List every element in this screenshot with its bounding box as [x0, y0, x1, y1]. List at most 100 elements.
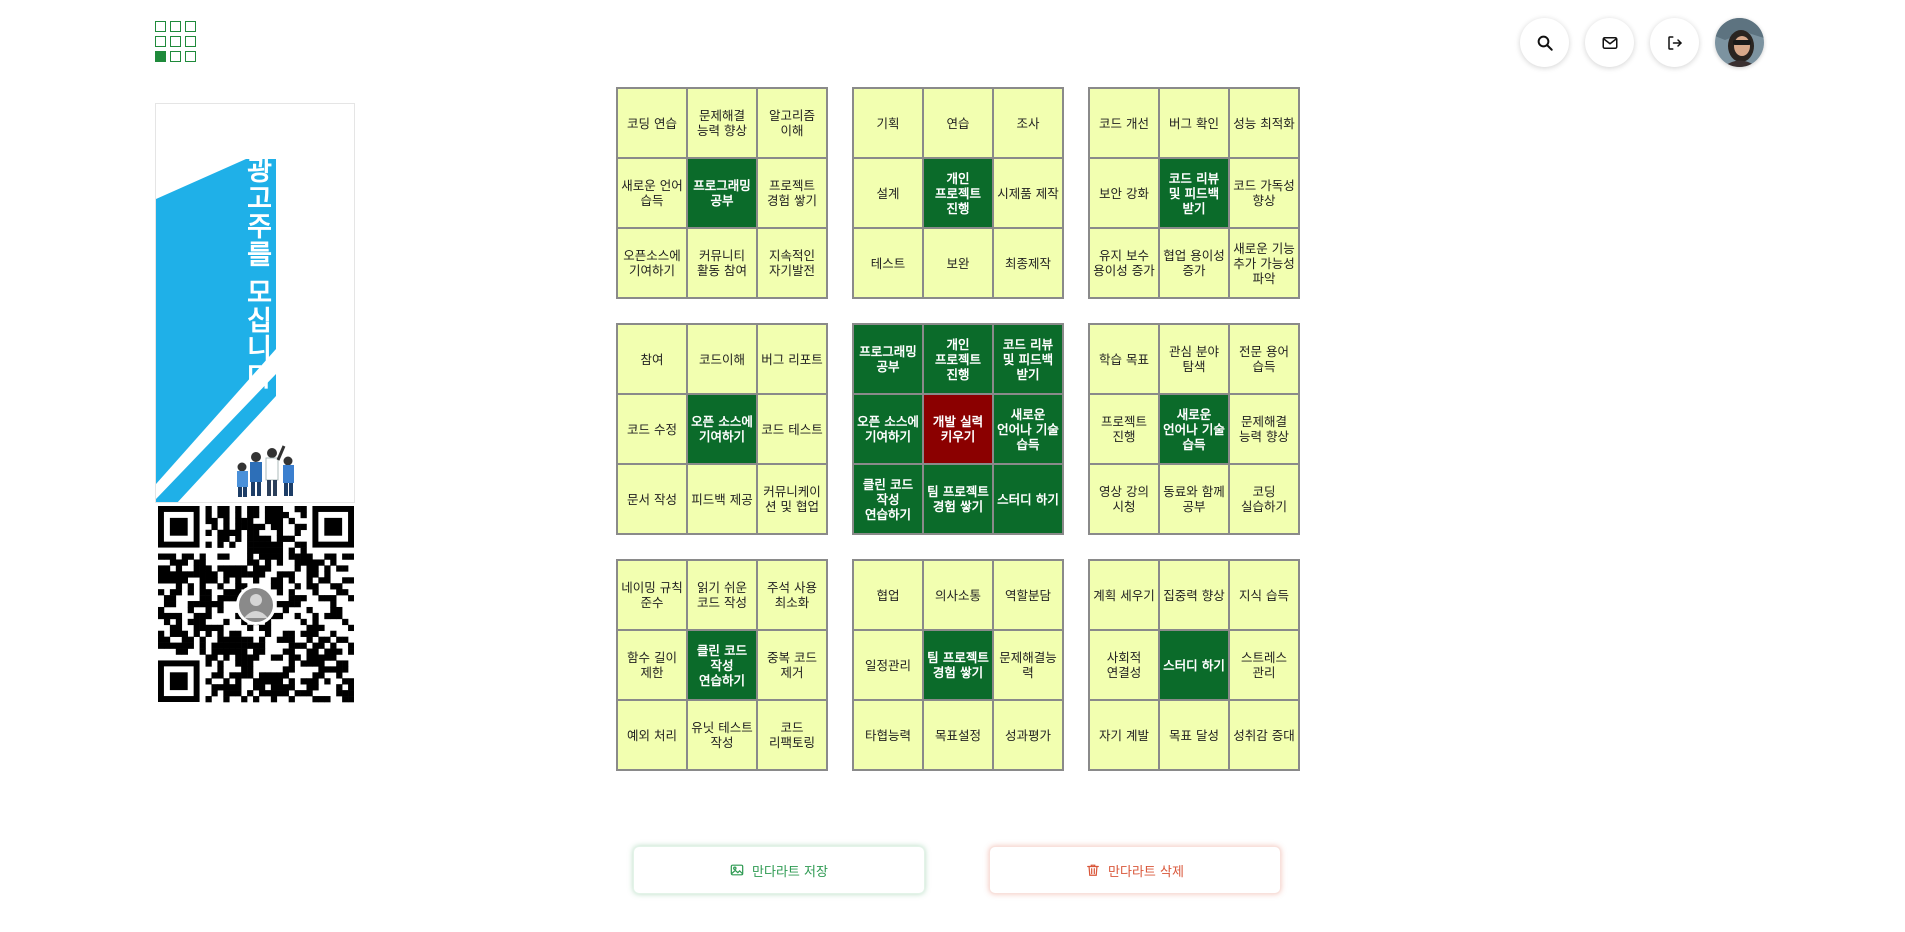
mandalart-cell[interactable]: 코딩 실습하기 [1229, 464, 1299, 534]
sub-goal-cell[interactable]: 프로그래밍 공부 [687, 158, 757, 228]
image-icon [730, 864, 744, 876]
sub-goal-cell[interactable]: 팀 프로젝트 경험 쌓기 [923, 630, 993, 700]
mandalart-cell[interactable]: 커뮤니티 활동 참여 [687, 228, 757, 298]
mandalart-cell[interactable]: 버그 리포트 [757, 324, 827, 394]
sub-goal-cell[interactable]: 코드 리뷰 및 피드백 받기 [993, 324, 1063, 394]
mandalart-cell[interactable]: 유지 보수 용이성 증가 [1089, 228, 1159, 298]
mandalart-cell[interactable]: 기획 [853, 88, 923, 158]
mail-button[interactable] [1585, 18, 1634, 67]
save-mandalart-button[interactable]: 만다라트 저장 [633, 846, 925, 894]
mandalart-cell[interactable]: 코드 가독성 향상 [1229, 158, 1299, 228]
mandalart-cell[interactable]: 코딩 연습 [617, 88, 687, 158]
mandalart-cell[interactable]: 동료와 함께 공부 [1159, 464, 1229, 534]
mandalart-block: 계획 세우기 집중력 향상 지식 습득사회적 연결성 스터디 하기 스트레스 관리자기 … [1088, 559, 1300, 771]
mandalart-block: 코드 개선 버그 확인 성능 최적화보안 강화 코드 리뷰 및 피드백 받기 코드 가독… [1088, 87, 1300, 299]
logo-square [185, 21, 196, 32]
mandalart-cell[interactable]: 코드이해 [687, 324, 757, 394]
mandalart-cell[interactable]: 새로운 기능 추가 가능성 파악 [1229, 228, 1299, 298]
mandalart-cell[interactable]: 새로운 언어 습득 [617, 158, 687, 228]
mandalart-cell[interactable]: 유닛 테스트 작성 [687, 700, 757, 770]
core-goal-cell[interactable]: 개발 실력 키우기 [923, 394, 993, 464]
mandalart-cell[interactable]: 보안 강화 [1089, 158, 1159, 228]
mandalart-cell[interactable]: 타협능력 [853, 700, 923, 770]
mandalart-cell[interactable]: 최종제작 [993, 228, 1063, 298]
mandalart-cell[interactable]: 네이밍 규칙 준수 [617, 560, 687, 630]
sub-goal-cell[interactable]: 오픈 소스에 기여하기 [853, 394, 923, 464]
delete-mandalart-button[interactable]: 만다라트 삭제 [989, 846, 1281, 894]
mandalart-cell[interactable]: 코드 테스트 [757, 394, 827, 464]
mandalart-cell[interactable]: 프로젝트 경험 쌓기 [757, 158, 827, 228]
mandalart-cell[interactable]: 스트레스 관리 [1229, 630, 1299, 700]
ad-banner[interactable]: 광고주를 모십니다 [155, 103, 355, 503]
mandalart-cell[interactable]: 관심 분야 탐색 [1159, 324, 1229, 394]
sub-goal-cell[interactable]: 새로운 언어나 기술 습득 [1159, 394, 1229, 464]
mandalart-cell[interactable]: 성능 최적화 [1229, 88, 1299, 158]
mandalart-cell[interactable]: 보완 [923, 228, 993, 298]
mandalart-cell[interactable]: 중복 코드 제거 [757, 630, 827, 700]
sub-goal-cell[interactable]: 새로운 언어나 기술 습득 [993, 394, 1063, 464]
qr-code[interactable] [158, 506, 354, 704]
mandalart-block: 협업 의사소통 역할분담일정관리 팀 프로젝트 경험 쌓기 문제해결능력타협능력 목표설정… [852, 559, 1064, 771]
mandalart-cell[interactable]: 버그 확인 [1159, 88, 1229, 158]
mandalart-cell[interactable]: 조사 [993, 88, 1063, 158]
mandalart-cell[interactable]: 예외 처리 [617, 700, 687, 770]
mandalart-cell[interactable]: 오픈소스에 기여하기 [617, 228, 687, 298]
mandalart-cell[interactable]: 설계 [853, 158, 923, 228]
mandalart-cell[interactable]: 계획 세우기 [1089, 560, 1159, 630]
mandalart-cell[interactable]: 역할분담 [993, 560, 1063, 630]
mandalart-cell[interactable]: 성취감 증대 [1229, 700, 1299, 770]
mandalart-cell[interactable]: 문제해결 능력 향상 [1229, 394, 1299, 464]
mandalart-cell[interactable]: 코드 리팩토링 [757, 700, 827, 770]
mandalart-cell[interactable]: 일정관리 [853, 630, 923, 700]
logout-icon [1667, 35, 1682, 50]
delete-mandalart-label: 만다라트 삭제 [1108, 864, 1184, 880]
sub-goal-cell[interactable]: 개인 프로젝트 진행 [923, 158, 993, 228]
mandalart-cell[interactable]: 집중력 향상 [1159, 560, 1229, 630]
search-button[interactable] [1520, 18, 1569, 67]
mandalart-cell[interactable]: 알고리즘 이해 [757, 88, 827, 158]
sub-goal-cell[interactable]: 스터디 하기 [993, 464, 1063, 534]
mandalart-cell[interactable]: 코드 개선 [1089, 88, 1159, 158]
sub-goal-cell[interactable]: 코드 리뷰 및 피드백 받기 [1159, 158, 1229, 228]
mandalart-cell[interactable]: 테스트 [853, 228, 923, 298]
mandalart-cell[interactable]: 문제해결능력 [993, 630, 1063, 700]
mandalart-cell[interactable]: 성과평가 [993, 700, 1063, 770]
mandalart-cell[interactable]: 협업 용이성 증가 [1159, 228, 1229, 298]
sub-goal-cell[interactable]: 프로그래밍 공부 [853, 324, 923, 394]
mandalart-cell[interactable]: 시제품 제작 [993, 158, 1063, 228]
mandalart-cell[interactable]: 자기 계발 [1089, 700, 1159, 770]
user-avatar[interactable] [1715, 18, 1764, 67]
mandalart-cell[interactable]: 목표설정 [923, 700, 993, 770]
mandalart-actions: 만다라트 저장 만다라트 삭제 [633, 846, 1281, 894]
mandalart-cell[interactable]: 지속적인 자기발전 [757, 228, 827, 298]
mandalart-cell[interactable]: 함수 길이 제한 [617, 630, 687, 700]
mandalart-cell[interactable]: 문서 작성 [617, 464, 687, 534]
sub-goal-cell[interactable]: 클린 코드 작성 연습하기 [853, 464, 923, 534]
mandalart-cell[interactable]: 프로젝트 진행 [1089, 394, 1159, 464]
mandalart-cell[interactable]: 피드백 제공 [687, 464, 757, 534]
mandalart-cell[interactable]: 읽기 쉬운 코드 작성 [687, 560, 757, 630]
mandalart-cell[interactable]: 목표 달성 [1159, 700, 1229, 770]
mandalart-cell[interactable]: 참여 [617, 324, 687, 394]
mandalart-cell[interactable]: 지식 습득 [1229, 560, 1299, 630]
mandalart-cell[interactable]: 사회적 연결성 [1089, 630, 1159, 700]
mandalart-cell[interactable]: 학습 목표 [1089, 324, 1159, 394]
sub-goal-cell[interactable]: 개인 프로젝트 진행 [923, 324, 993, 394]
sub-goal-cell[interactable]: 팀 프로젝트 경험 쌓기 [923, 464, 993, 534]
mandalart-cell[interactable]: 의사소통 [923, 560, 993, 630]
sub-goal-cell[interactable]: 스터디 하기 [1159, 630, 1229, 700]
mandalart-cell[interactable]: 영상 강의 시청 [1089, 464, 1159, 534]
sub-goal-cell[interactable]: 클린 코드 작성 연습하기 [687, 630, 757, 700]
mandalart-cell[interactable]: 문제해결 능력 향상 [687, 88, 757, 158]
mandalart-cell[interactable]: 주석 사용 최소화 [757, 560, 827, 630]
logout-button[interactable] [1650, 18, 1699, 67]
ad-headline: 광고주를 모십니다 [241, 156, 272, 391]
mandalart-cell[interactable]: 협업 [853, 560, 923, 630]
mandalart-cell[interactable]: 커뮤니케이션 및 협업 [757, 464, 827, 534]
mandalart-cell[interactable]: 코드 수정 [617, 394, 687, 464]
mandalart-cell[interactable]: 연습 [923, 88, 993, 158]
avatar-photo [1715, 18, 1764, 67]
mandalart-cell[interactable]: 전문 용어 습득 [1229, 324, 1299, 394]
sub-goal-cell[interactable]: 오픈 소스에 기여하기 [687, 394, 757, 464]
mandalart-logo[interactable] [155, 21, 199, 65]
